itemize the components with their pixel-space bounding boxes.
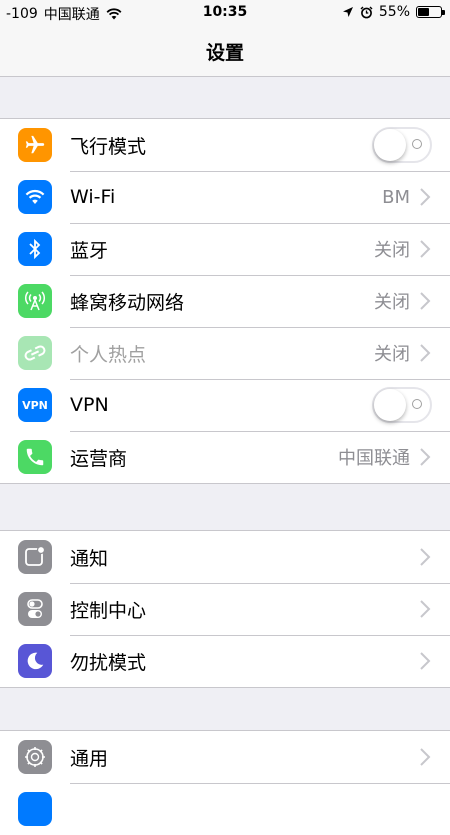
- moon-icon: [18, 644, 52, 678]
- chevron-right-icon: [420, 600, 431, 618]
- vpn-icon: VPN: [18, 388, 52, 422]
- airplane-mode-toggle[interactable]: [372, 127, 432, 163]
- row-cellular[interactable]: 蜂窝移动网络 关闭: [0, 275, 450, 327]
- row-partial-next[interactable]: [0, 783, 450, 835]
- display-icon: [18, 792, 52, 826]
- general-label: 通用: [70, 747, 109, 770]
- row-wifi[interactable]: Wi-Fi BM: [0, 171, 450, 223]
- personal-hotspot-label: 个人热点: [70, 343, 147, 366]
- cellular-label: 蜂窝移动网络: [70, 291, 185, 314]
- notifications-icon: [18, 540, 52, 574]
- row-general[interactable]: 通用: [0, 731, 450, 783]
- cellular-icon: [18, 284, 52, 318]
- gear-icon: [18, 740, 52, 774]
- airplane-icon: [18, 128, 52, 162]
- settings-group-system: 通知 控制中心 勿扰模式: [0, 530, 450, 688]
- toggle-knob: [374, 129, 406, 161]
- wifi-label: Wi-Fi: [70, 186, 116, 208]
- personal-hotspot-detail: 关闭: [374, 344, 410, 365]
- chevron-right-icon: [420, 548, 431, 566]
- phone-icon: [18, 440, 52, 474]
- chevron-right-icon: [420, 188, 431, 206]
- vpn-toggle[interactable]: [372, 387, 432, 423]
- alarm-icon: [360, 6, 373, 18]
- chevron-right-icon: [420, 292, 431, 310]
- battery-icon: [416, 6, 445, 18]
- bluetooth-icon: [18, 232, 52, 266]
- bluetooth-label: 蓝牙: [70, 239, 109, 262]
- vpn-label: VPN: [70, 394, 109, 416]
- chevron-right-icon: [420, 448, 431, 466]
- hotspot-icon: [18, 336, 52, 370]
- toggle-off-indicator: [412, 139, 422, 149]
- control-center-label: 控制中心: [70, 599, 147, 622]
- row-control-center[interactable]: 控制中心: [0, 583, 450, 635]
- chevron-right-icon: [420, 748, 431, 766]
- carrier-detail: 中国联通: [338, 448, 410, 469]
- status-right: 55%: [336, 4, 445, 20]
- row-personal-hotspot[interactable]: 个人热点 关闭: [0, 327, 450, 379]
- row-do-not-disturb[interactable]: 勿扰模式: [0, 635, 450, 687]
- settings-group-general: 通用: [0, 730, 450, 835]
- row-airplane-mode[interactable]: 飞行模式: [0, 119, 450, 171]
- row-notifications[interactable]: 通知: [0, 531, 450, 583]
- notifications-label: 通知: [70, 547, 109, 570]
- do-not-disturb-label: 勿扰模式: [70, 651, 147, 674]
- toggle-knob: [374, 389, 406, 421]
- location-arrow-icon: [342, 7, 353, 17]
- airplane-mode-label: 飞行模式: [70, 135, 147, 158]
- navigation-bar: 设置: [0, 26, 450, 77]
- control-center-icon: [18, 592, 52, 626]
- chevron-right-icon: [420, 240, 431, 258]
- row-carrier[interactable]: 运营商 中国联通: [0, 431, 450, 483]
- row-vpn[interactable]: VPN VPN: [0, 379, 450, 431]
- settings-group-connectivity: 飞行模式 Wi-Fi BM 蓝牙 关闭 蜂窝移动网络 关闭 个人热点 关闭 VP…: [0, 118, 450, 484]
- battery-percent: 55%: [378, 4, 410, 20]
- status-bar: -109 中国联通 10:35 55%: [0, 0, 450, 26]
- row-bluetooth[interactable]: 蓝牙 关闭: [0, 223, 450, 275]
- vpn-icon-text: VPN: [22, 398, 48, 412]
- toggle-off-indicator: [412, 399, 422, 409]
- bluetooth-detail: 关闭: [374, 240, 410, 261]
- carrier-label: 运营商: [70, 447, 128, 470]
- cellular-detail: 关闭: [374, 292, 410, 313]
- wifi-icon: [18, 180, 52, 214]
- wifi-detail: BM: [382, 186, 410, 208]
- page-title: 设置: [205, 41, 244, 64]
- chevron-right-icon: [420, 344, 431, 362]
- chevron-right-icon: [420, 652, 431, 670]
